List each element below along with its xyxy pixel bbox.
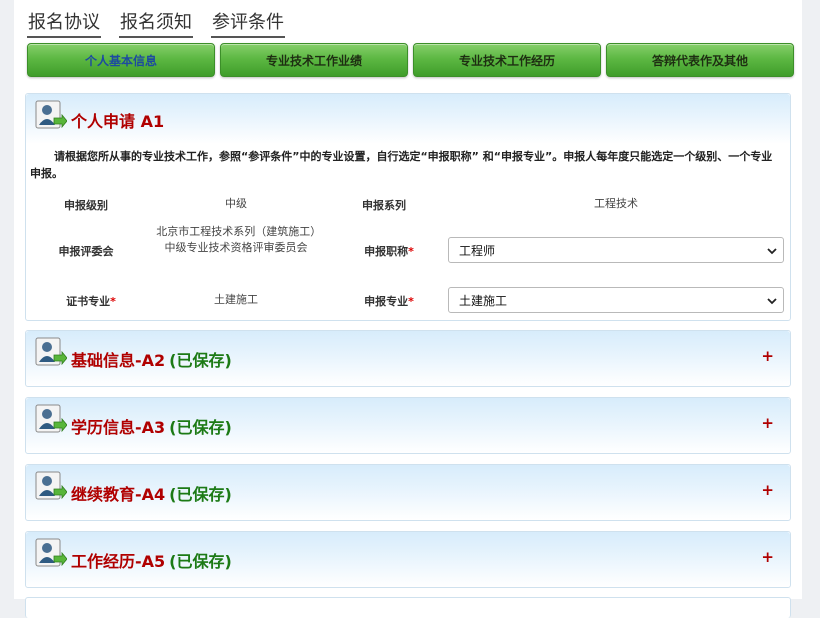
link-evaluation-conditions[interactable]: 参评条件 [211,10,285,38]
required-mark: * [408,245,414,258]
cert-major-value: 土建施工 [214,293,258,306]
title-select[interactable]: 工程师 [448,237,784,263]
expand-icon[interactable]: + [761,548,774,566]
series-value: 工程技术 [594,197,638,210]
level-label: 申报级别 [64,199,108,212]
panel-title: 学历信息-A3 (已保存) [71,418,232,437]
expand-icon[interactable]: + [761,347,774,365]
committee-label: 申报评委会 [58,245,114,258]
section-tabs: 个人基本信息 专业技术工作业绩 专业技术工作经历 答辩代表作及其他 [27,43,799,77]
level-value: 中级 [225,197,247,210]
cert-major-label: 证书专业* [66,295,116,308]
main-page: 报名协议 报名须知 参评条件 个人基本信息 专业技术工作业绩 专业技术工作经历 … [14,0,802,618]
link-registration-agreement[interactable]: 报名协议 [27,10,101,38]
link-registration-notice[interactable]: 报名须知 [119,10,193,38]
panel-header[interactable]: 学历信息-A3 (已保存) + [26,398,790,453]
saved-status: (已保存) [169,485,232,504]
panel-title: 个人申请 A1 [71,112,165,131]
title-label: 申报职称* [364,245,414,258]
panel-title: 继续教育-A4 (已保存) [71,485,232,504]
tab-work-achievements[interactable]: 专业技术工作业绩 [220,43,408,77]
required-mark: * [408,295,414,308]
panel-header[interactable]: 基础信息-A2 (已保存) + [26,331,790,386]
user-form-icon [35,337,67,366]
user-form-icon [35,100,67,129]
tab-defense-works[interactable]: 答辩代表作及其他 [606,43,794,77]
panel-title: 工作经历-A5 (已保存) [71,552,232,571]
expand-icon[interactable]: + [761,414,774,432]
saved-status: (已保存) [169,418,232,437]
major-label: 申报专业* [364,295,414,308]
chevron-down-icon [767,248,777,255]
panel-education-info[interactable]: 学历信息-A3 (已保存) + [25,397,791,454]
top-links: 报名协议 报名须知 参评条件 [27,10,303,40]
saved-status: (已保存) [169,552,232,571]
committee-value: 北京市工程技术系列（建筑施工）中级专业技术资格评审委员会 [156,225,316,254]
series-label: 申报系列 [362,199,406,212]
title-select-value: 工程师 [459,244,496,258]
major-select-value: 土建施工 [459,294,508,308]
tab-work-experience[interactable]: 专业技术工作经历 [413,43,601,77]
major-select[interactable]: 土建施工 [448,287,784,313]
panel-header[interactable]: 工作经历-A5 (已保存) + [26,532,790,587]
panel-work-history[interactable]: 工作经历-A5 (已保存) + [25,531,791,588]
intro-text: 请根据您所从事的专业技术工作，参照“参评条件”中的专业设置，自行选定“申报职称”… [30,150,773,180]
panel-next-partial [25,597,791,618]
user-form-icon [35,404,67,433]
panel-basic-info[interactable]: 基础信息-A2 (已保存) + [25,330,791,387]
expand-icon[interactable]: + [761,481,774,499]
user-form-icon [35,538,67,567]
user-form-icon [35,471,67,500]
required-mark: * [110,295,116,308]
tab-personal-info[interactable]: 个人基本信息 [27,43,215,77]
panel-header[interactable]: 继续教育-A4 (已保存) + [26,465,790,520]
saved-status: (已保存) [169,351,232,370]
panel-header[interactable]: 个人申请 A1 [26,94,790,144]
panel-personal-application: 个人申请 A1 请根据您所从事的专业技术工作，参照“参评条件”中的专业设置，自行… [25,93,791,321]
chevron-down-icon [767,298,777,305]
panel-title: 基础信息-A2 (已保存) [71,351,232,370]
panel-continuing-education[interactable]: 继续教育-A4 (已保存) + [25,464,791,521]
